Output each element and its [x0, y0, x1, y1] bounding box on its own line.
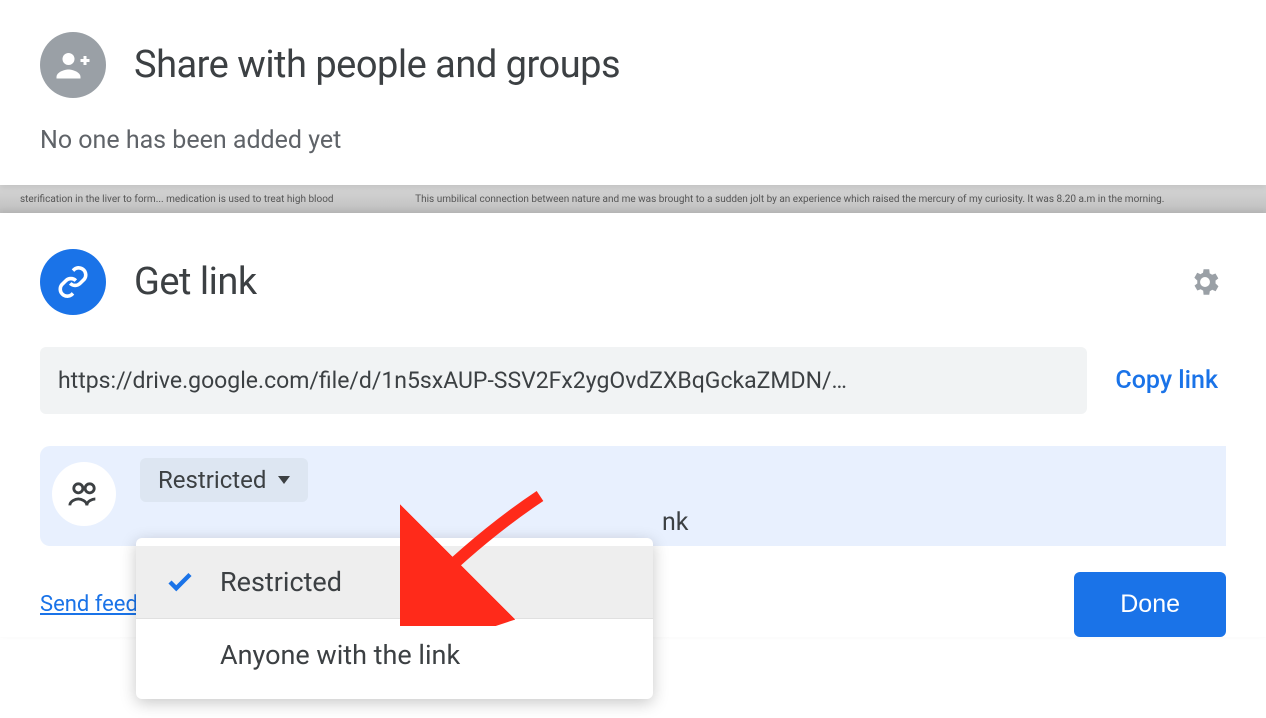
access-dropdown-label: Restricted	[158, 466, 266, 494]
background-document-strip: sterification in the liver to form... me…	[0, 185, 1266, 213]
person-add-icon	[40, 32, 106, 98]
share-title: Share with people and groups	[134, 43, 620, 87]
dropdown-option-label: Anyone with the link	[220, 639, 460, 671]
access-dropdown-button[interactable]: Restricted	[140, 458, 308, 502]
link-icon	[40, 249, 106, 315]
shareable-link-field[interactable]: https://drive.google.com/file/d/1n5sxAUP…	[40, 347, 1087, 414]
bg-text-center: This umbilical connection between nature…	[415, 194, 1164, 205]
done-button[interactable]: Done	[1074, 572, 1226, 637]
send-feedback-link[interactable]: Send feed	[40, 592, 138, 617]
dropdown-option-label: Restricted	[220, 566, 342, 598]
share-panel: Share with people and groups No one has …	[0, 0, 1266, 185]
bg-text-left: sterification in the liver to form... me…	[20, 194, 334, 205]
link-row: https://drive.google.com/file/d/1n5sxAUP…	[40, 347, 1226, 414]
people-icon	[52, 462, 116, 526]
chevron-down-icon	[278, 476, 290, 484]
check-icon	[164, 566, 196, 598]
copy-link-button[interactable]: Copy link	[1115, 366, 1226, 395]
hidden-text-fragment: nk	[662, 508, 688, 537]
dropdown-option-restricted[interactable]: Restricted	[136, 546, 653, 618]
gear-icon	[1188, 265, 1222, 299]
access-content: Restricted nk	[140, 458, 1206, 502]
share-subtext: No one has been added yet	[40, 126, 1226, 155]
get-link-title: Get link	[134, 260, 257, 304]
settings-button[interactable]	[1184, 261, 1226, 303]
get-link-header: Get link	[40, 249, 1226, 315]
dropdown-option-anyone[interactable]: Anyone with the link	[136, 618, 653, 691]
link-access-row: Restricted nk	[40, 446, 1226, 546]
access-dropdown-menu: Restricted Anyone with the link	[136, 538, 653, 699]
share-heading-row: Share with people and groups	[40, 32, 1226, 98]
